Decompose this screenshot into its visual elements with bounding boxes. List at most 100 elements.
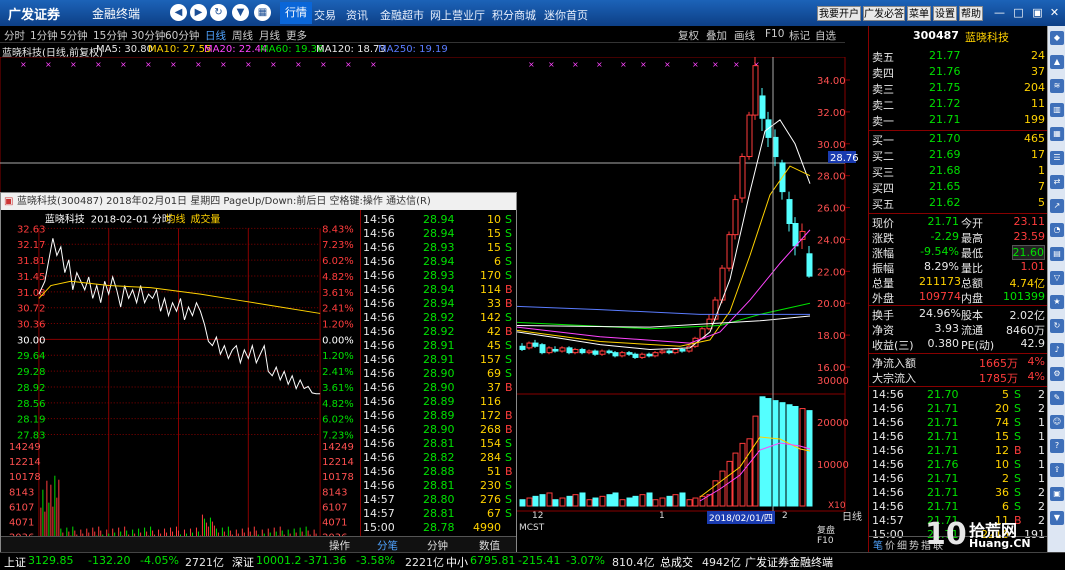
buy-level[interactable]: 买四 21.65 7: [869, 180, 1048, 196]
grid-icon[interactable]: ▦: [1050, 127, 1064, 141]
refresh-icon[interactable]: ↻: [210, 4, 227, 21]
tools-icon[interactable]: ✎: [1050, 391, 1064, 405]
buy-level[interactable]: 买三 21.68 1: [869, 164, 1048, 180]
buy-level[interactable]: 买五 21.62 5: [869, 196, 1048, 212]
chart-tool-3[interactable]: F10: [765, 28, 784, 40]
grid-icon[interactable]: ▦: [254, 4, 271, 21]
popup-tick-row: 14:56 28.92 42 B: [361, 325, 516, 339]
tick-count: 2: [1038, 500, 1045, 513]
sell-level[interactable]: 卖二 21.72 11: [869, 97, 1048, 113]
period-2[interactable]: 5分钟: [60, 28, 88, 43]
table-icon[interactable]: ▤: [1050, 247, 1064, 261]
stat-value: 211173: [919, 275, 961, 288]
period-1[interactable]: 1分钟: [30, 28, 58, 43]
popup-tick-row: 14:56 28.93 15 S: [361, 241, 516, 255]
maximize-icon[interactable]: ▣: [1030, 5, 1045, 20]
menu-4[interactable]: 网上营业厅: [430, 7, 485, 23]
bars-icon[interactable]: ▥: [1050, 103, 1064, 117]
popup-tab-3[interactable]: 数值: [479, 538, 500, 553]
titlebar-button-3[interactable]: 设置: [933, 6, 957, 21]
intraday-popup[interactable]: 蓝晓科技(300487) 2018年02月01日 星期四 PageUp/Down…: [0, 192, 517, 553]
sell-level[interactable]: 卖一 21.71 199: [869, 113, 1048, 129]
titlebar-button-0[interactable]: 我要开户: [817, 6, 861, 21]
chart-tool-0[interactable]: 复权: [678, 28, 699, 43]
chart-tool-5[interactable]: 自选: [815, 28, 836, 43]
period-3[interactable]: 15分钟: [93, 28, 127, 43]
candle-body: [532, 342, 539, 347]
quote-tab-1[interactable]: 价: [885, 537, 895, 552]
zx-label[interactable]: 中小: [446, 554, 468, 570]
period-4[interactable]: 30分钟: [131, 28, 165, 43]
back-icon[interactable]: ◀: [170, 4, 187, 21]
star-icon[interactable]: ★: [1050, 295, 1064, 309]
popup-tick-volume: 6: [494, 255, 501, 268]
sell-level[interactable]: 卖五 21.77 24: [869, 49, 1048, 65]
popup-tab-1[interactable]: 分笔: [377, 538, 398, 553]
popup-pct-label: 1.20%: [322, 351, 354, 362]
lock-icon[interactable]: ▣: [1050, 487, 1064, 501]
menu-2[interactable]: 资讯: [346, 7, 368, 23]
menu-0[interactable]: 行情: [280, 2, 312, 24]
menu-5[interactable]: 积分商城: [492, 7, 536, 23]
popup-tick-volume: 116: [480, 395, 501, 408]
volume-bar: [526, 497, 533, 507]
filter-icon[interactable]: ▽: [1050, 271, 1064, 285]
period-7[interactable]: 周线: [232, 28, 253, 43]
chart-icon[interactable]: ≋: [1050, 79, 1064, 93]
titlebar-button-4[interactable]: 帮助: [959, 6, 983, 21]
mcst-label[interactable]: MCST: [519, 523, 544, 533]
candle-body: [612, 352, 619, 357]
popup-tick-price: 28.81: [423, 437, 455, 450]
tick-count: 1: [1038, 430, 1045, 443]
chart-tool-4[interactable]: 标记: [789, 28, 810, 43]
up-arrow-icon[interactable]: ▲: [1050, 55, 1064, 69]
tag-icon[interactable]: ◆: [1050, 31, 1064, 45]
period-5[interactable]: 60分钟: [165, 28, 199, 43]
stat-label: 最高: [961, 232, 983, 245]
sell-level[interactable]: 卖四 21.76 37: [869, 65, 1048, 81]
menu-3[interactable]: 金融超市: [380, 7, 424, 23]
restore-icon[interactable]: □: [1011, 5, 1026, 20]
list-icon[interactable]: ☰: [1050, 151, 1064, 165]
forward-icon[interactable]: ▶: [190, 4, 207, 21]
quote-tab-2[interactable]: 细: [897, 537, 907, 552]
pie-icon[interactable]: ◔: [1050, 223, 1064, 237]
sell-level[interactable]: 卖三 21.75 204: [869, 81, 1048, 97]
export-icon[interactable]: ⇪: [1050, 463, 1064, 477]
f10-label[interactable]: 复盘 F10: [817, 523, 845, 546]
minimize-icon[interactable]: —: [992, 5, 1007, 20]
buy-level[interactable]: 买一 21.70 465: [869, 132, 1048, 148]
intraday-chart[interactable]: 蓝晓科技 2018-02-01 分时均线 成交量 32.63 8.43% 32.17 7.2…: [1, 210, 361, 543]
chart-tool-2[interactable]: 画线: [734, 28, 755, 43]
quote-tab-0[interactable]: 笔: [873, 537, 883, 552]
period-8[interactable]: 月线: [259, 28, 280, 43]
compare-icon[interactable]: ⇄: [1050, 175, 1064, 189]
tick-price: 21.71: [927, 486, 959, 499]
menu-1[interactable]: 交易: [314, 7, 336, 23]
period-6[interactable]: 日线: [205, 28, 226, 43]
dropdown-icon[interactable]: ▼: [232, 4, 249, 21]
popup-tick-time: 14:56: [363, 227, 395, 240]
titlebar-button-2[interactable]: 菜单: [907, 6, 931, 21]
settings-icon[interactable]: ⚙: [1050, 367, 1064, 381]
titlebar-button-1[interactable]: 广发必答: [863, 6, 905, 21]
sh-label[interactable]: 上证: [4, 554, 26, 570]
popup-tab-0[interactable]: 操作: [329, 538, 350, 553]
period-9[interactable]: 更多: [286, 28, 307, 43]
bell-icon[interactable]: ♪: [1050, 343, 1064, 357]
trend-icon[interactable]: ↗: [1050, 199, 1064, 213]
tick-price: 21.71: [927, 444, 959, 457]
sz-label[interactable]: 深证: [232, 554, 254, 570]
chart-tool-1[interactable]: 叠加: [706, 28, 727, 43]
quote-tab-3[interactable]: 势: [909, 537, 919, 552]
cycle-icon[interactable]: ↻: [1050, 319, 1064, 333]
buy-level[interactable]: 买二 21.69 17: [869, 148, 1048, 164]
popup-tab-2[interactable]: 分钟: [427, 538, 448, 553]
period-0[interactable]: 分时: [4, 28, 25, 43]
popup-title[interactable]: 蓝晓科技(300487) 2018年02月01日 星期四 PageUp/Down…: [1, 193, 516, 210]
user-icon[interactable]: ☺: [1050, 415, 1064, 429]
help-icon[interactable]: ?: [1050, 439, 1064, 453]
menu-6[interactable]: 迷你首页: [544, 7, 588, 23]
down-arrow-icon[interactable]: ▼: [1050, 511, 1064, 525]
close-icon[interactable]: ✕: [1047, 5, 1062, 20]
